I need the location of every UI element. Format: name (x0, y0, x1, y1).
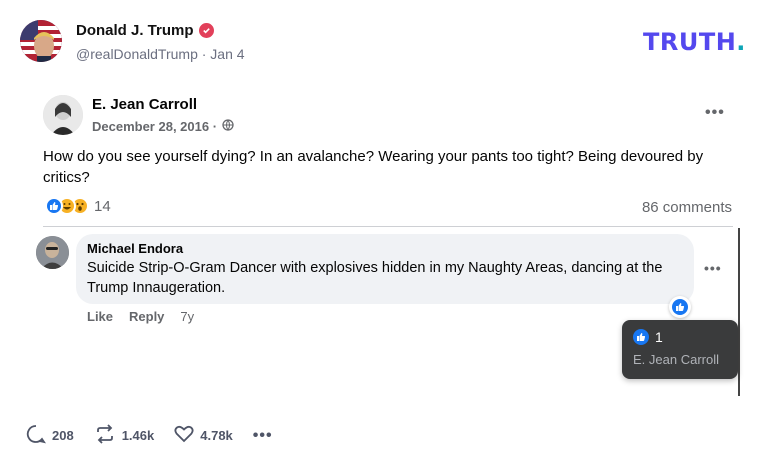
tooltip-name: E. Jean Carroll (633, 352, 719, 367)
retruth-count: 1.46k (121, 428, 155, 443)
comment-like-badge (669, 296, 691, 318)
embedded-date-text: December 28, 2016 · (92, 119, 218, 134)
reaction-count: 14 (94, 197, 111, 215)
heart-icon (174, 425, 194, 446)
commenter-name: Michael Endora (87, 241, 184, 256)
verified-icon (198, 23, 214, 38)
author-name-row[interactable]: Donald J. Trump (76, 22, 214, 39)
scroll-indicator (738, 228, 740, 396)
embedded-post-more-icon: ••• (705, 104, 725, 121)
like-icon (45, 197, 63, 215)
reaction-tooltip: 1 E. Jean Carroll (622, 320, 738, 379)
reaction-summary: 14 (45, 197, 111, 215)
like-count: 4.78k (200, 428, 233, 443)
truth-logo: TRUTH. (643, 28, 746, 56)
embedded-author-avatar (43, 95, 83, 135)
comment-age: 7y (180, 309, 195, 324)
like-icon (633, 329, 649, 345)
reply-count: 208 (52, 428, 74, 443)
embedded-post-date: December 28, 2016 · (92, 119, 234, 134)
truth-logo-dot: . (736, 28, 746, 56)
reply-button[interactable]: 208 (26, 424, 74, 447)
comment-actions: Like Reply 7y (87, 309, 194, 324)
commenter-avatar (36, 236, 69, 269)
comments-count: 86 comments (641, 199, 732, 216)
author-name[interactable]: Donald J. Trump (76, 22, 194, 39)
comment-like-action: Like (87, 309, 114, 324)
truth-header: Donald J. Trump @realDonaldTrump · Jan 4… (0, 0, 777, 85)
comment-bubble: Michael Endora Suicide Strip-O-Gram Danc… (76, 234, 694, 304)
reply-icon (26, 424, 46, 447)
divider (43, 226, 733, 227)
retruth-button[interactable]: 1.46k (94, 424, 155, 447)
comment-more-icon: ••• (704, 260, 722, 276)
comment-text: Suicide Strip-O-Gram Dancer with explosi… (87, 260, 663, 296)
globe-icon (222, 119, 234, 134)
like-icon (672, 299, 688, 315)
truth-footer: 208 1.46k 4.78k ••• (26, 424, 273, 447)
tooltip-count: 1 (655, 329, 663, 345)
embedded-author-name: E. Jean Carroll (92, 96, 198, 113)
comment-reply-action: Reply (129, 309, 165, 324)
truth-logo-text: TRUTH (643, 28, 737, 56)
embedded-post-text: How do you see yourself dying? In an ava… (43, 148, 704, 186)
more-options-icon[interactable]: ••• (253, 427, 273, 445)
author-handle[interactable]: @realDonaldTrump · Jan 4 (76, 46, 245, 62)
author-avatar[interactable] (20, 20, 62, 62)
like-button[interactable]: 4.78k (174, 425, 233, 446)
retruth-icon (94, 424, 116, 447)
